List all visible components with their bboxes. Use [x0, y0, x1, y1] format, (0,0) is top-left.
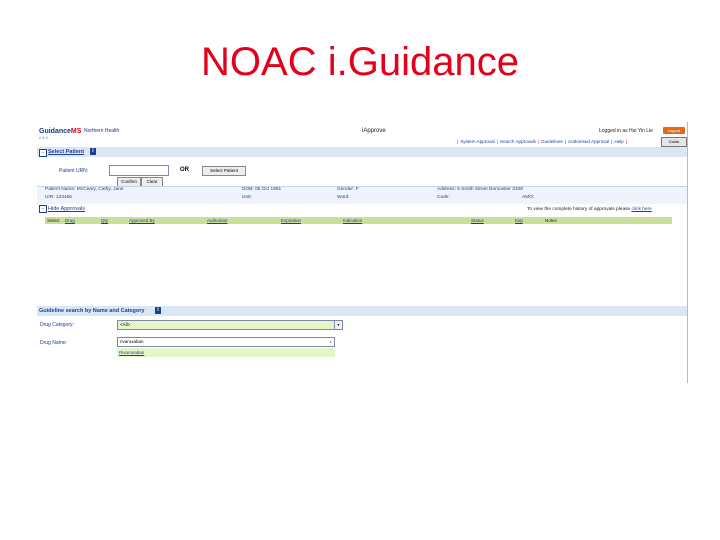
chevron-down-icon[interactable]: ▾ — [334, 321, 342, 329]
patient-gender: Gender: F — [337, 187, 359, 192]
guideline-search-title: Guideline search by Name and Category — [39, 308, 145, 314]
app-logo: GuidanceMS — [39, 128, 82, 135]
guide-button[interactable]: Guide — [661, 137, 687, 147]
or-label: OR — [180, 167, 189, 173]
nav-guidelines[interactable]: Guidelines — [541, 139, 563, 144]
patient-ward: Ward: — [337, 195, 350, 200]
drug-name-label: Drug Name: — [40, 340, 67, 346]
hide-approvals-link[interactable]: Hide Approvals — [48, 206, 85, 212]
logged-in-user: Logged in as Hui Yin Lie — [599, 128, 653, 134]
col-indication[interactable]: Indication — [343, 218, 362, 223]
patient-name: Patient Name: McCeary, Cathy, Jane — [45, 187, 124, 192]
right-border — [687, 122, 688, 383]
logout-button[interactable]: Logout — [663, 127, 685, 134]
patient-dob: DOB: 05 Oct 1981 — [242, 187, 282, 192]
info-icon[interactable]: i — [90, 148, 96, 155]
history-link[interactable]: click here — [632, 207, 652, 212]
patient-unit: Unit: — [242, 195, 252, 200]
patient-details — [37, 186, 688, 204]
drug-suggestion[interactable]: Rivaroxaban — [117, 348, 335, 357]
approvals-table-header: Select Drug Qty Approved By Authoriser E… — [45, 217, 672, 224]
patient-code: Code: — [437, 195, 450, 200]
col-expiration[interactable]: Expiration — [281, 218, 301, 223]
select-patient-button[interactable]: Select Patient — [202, 166, 246, 176]
organisation-name: Northern Health — [84, 128, 120, 134]
patient-amo: AMO: — [522, 195, 535, 200]
nav-authorised-approval[interactable]: Authorised Approval — [568, 139, 609, 144]
col-drug[interactable]: Drug — [65, 218, 75, 223]
col-notes: Notes — [545, 218, 557, 223]
drug-category-label: Drug Category: — [40, 322, 74, 328]
nav-system-approval[interactable]: System Approval — [460, 139, 494, 144]
history-text: To view the complete history of approval… — [527, 207, 652, 212]
nav-help[interactable]: Help — [614, 139, 623, 144]
slide-title: NOAC i.Guidance — [201, 40, 519, 84]
clear-icon[interactable]: × — [327, 338, 334, 346]
col-authoriser[interactable]: Authoriser — [207, 218, 228, 223]
col-select: Select — [47, 218, 60, 223]
drug-category-select[interactable]: <All> ▾ — [117, 320, 343, 330]
nav-search-approvals[interactable]: Search Approvals — [500, 139, 536, 144]
drug-name-input[interactable]: rivaroxaban × — [117, 337, 335, 347]
top-nav: | System Approval | Search Approvals | Guidel… — [457, 139, 627, 144]
guideline-info-icon[interactable]: i — [155, 307, 161, 314]
col-status[interactable]: Status — [471, 218, 484, 223]
col-exp[interactable]: Exp — [515, 218, 523, 223]
app-screenshot: GuidanceMS v 2.4 Northern Health iApprov… — [37, 122, 688, 383]
patient-ur: U/R: 123456 — [45, 195, 72, 200]
patient-address: Address: 5 Smith Street Doncaster 3108 — [437, 187, 523, 192]
urn-label: Patient URN: — [59, 168, 89, 174]
select-patient-header — [37, 147, 688, 157]
col-approved-by[interactable]: Approved By — [129, 218, 155, 223]
app-version: v 2.4 — [39, 135, 48, 140]
urn-input[interactable] — [109, 165, 169, 176]
col-qty[interactable]: Qty — [101, 218, 108, 223]
collapse-icon[interactable]: − — [39, 149, 47, 157]
collapse-approvals-icon[interactable]: − — [39, 205, 47, 213]
select-patient-title[interactable]: Select Patient — [48, 149, 84, 155]
module-title: iApprove — [362, 128, 386, 134]
